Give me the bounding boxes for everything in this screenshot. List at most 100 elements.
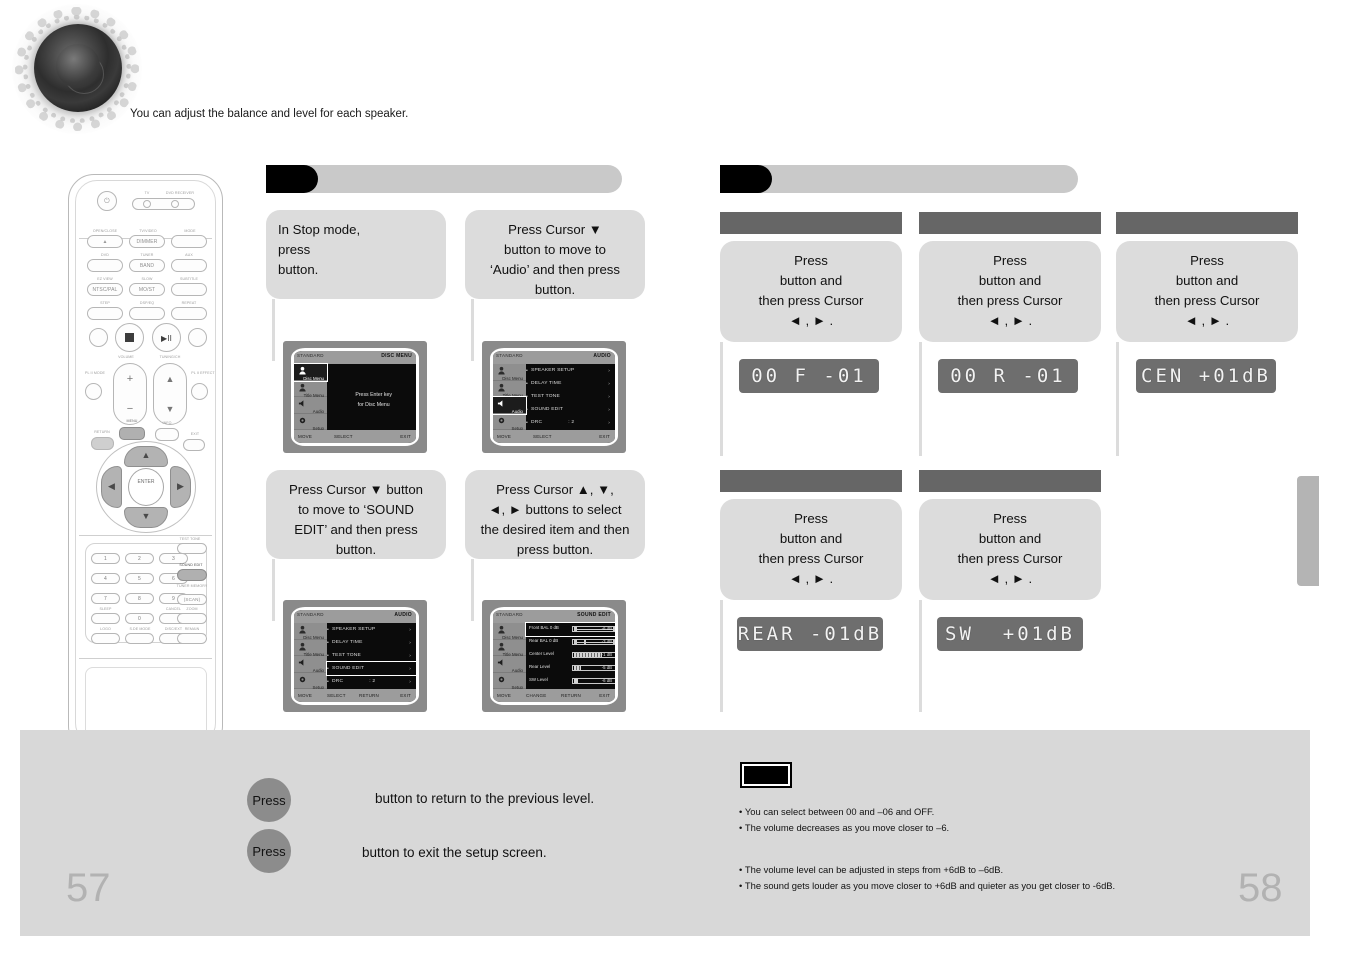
- tv-rail-item-setup-3[interactable]: Setup: [294, 673, 327, 690]
- subtitle-button[interactable]: [171, 283, 207, 296]
- tv-menu-item-3c[interactable]: • TEST TONE ›: [327, 649, 416, 662]
- tv-menu-value-2e: : 2: [568, 419, 575, 425]
- lcd-display-5: SW +01dB: [937, 617, 1083, 651]
- enter-button[interactable]: ENTER: [128, 468, 164, 506]
- tv-menu-item-2e[interactable]: • DRC: 2 ›: [526, 416, 615, 429]
- tv-rail-item-setup-4[interactable]: Setup: [493, 673, 526, 690]
- aux-button[interactable]: [171, 259, 207, 272]
- tv-menu-item-3a[interactable]: • SPEAKER SETUP ›: [327, 623, 416, 636]
- person-icon: [299, 625, 306, 634]
- tv-footer-exit-4: EXIT: [599, 692, 610, 698]
- mode-button[interactable]: [171, 235, 207, 248]
- sde-mode-button[interactable]: [125, 633, 154, 644]
- tv-rail-item-setup-1[interactable]: Setup: [294, 414, 327, 431]
- sound-edit-row-rear-bal[interactable]: Rear BAL 0 dB -3 dB: [526, 636, 615, 649]
- sound-edit-button[interactable]: [177, 569, 207, 581]
- tv-menu-label-2d: SOUND EDIT: [531, 406, 564, 412]
- remote-divider-3: [79, 658, 212, 659]
- tv-footer-select-2: SELECT: [533, 433, 552, 439]
- tv-rail-item-audio-3[interactable]: Audio: [294, 656, 327, 673]
- card-bubble-1: Press button and then press Cursor ◄ , ►…: [720, 241, 902, 342]
- pl2-mode-button[interactable]: [85, 383, 102, 400]
- tv-menu-item-3e[interactable]: • DRC: 2 ›: [327, 675, 416, 688]
- step-bubble-2-text: Press Cursor ▼ button to move to ‘Audio’…: [489, 222, 620, 297]
- tv-topbar-1: STANDARD DISC MENU: [294, 351, 416, 364]
- zoom-label: ZOOM: [186, 607, 198, 611]
- tv-rail-item-setup-2[interactable]: Setup: [493, 414, 526, 431]
- repeat-label: REPEAT: [181, 301, 197, 305]
- exit-press-pill[interactable]: Press: [247, 829, 291, 873]
- lcd-display-3: CEN +01dB: [1136, 359, 1276, 393]
- tv-footer-return-3: RETURN: [359, 692, 379, 698]
- slow-label: SLOW: [141, 277, 153, 281]
- tuner-memory-label: TUNER MEMORY: [176, 584, 208, 588]
- tv-rail-item-audio-4[interactable]: Audio: [493, 656, 526, 673]
- note-line-4: • The sound gets louder as you move clos…: [739, 880, 1116, 891]
- return-press-pill[interactable]: Press: [247, 778, 291, 822]
- dsp-eq-button[interactable]: [129, 307, 165, 320]
- card-bubble-3-text: Press button and then press Cursor ◄ , ►…: [1154, 253, 1260, 328]
- tv-menu-label-3b: DELAY TIME: [332, 639, 363, 645]
- device-selector[interactable]: [132, 198, 195, 210]
- numeric-key-3-label: 3: [172, 556, 175, 562]
- step-button[interactable]: [87, 307, 123, 320]
- zoom-button[interactable]: [177, 613, 207, 624]
- dvd-button[interactable]: [87, 259, 123, 272]
- tv-menu-item-2a[interactable]: • SPEAKER SETUP ›: [526, 364, 615, 377]
- tv-rail-item-title-menu-4[interactable]: Title Menu: [493, 640, 526, 657]
- tv-rail-item-title-menu-2[interactable]: Title Menu: [493, 381, 526, 398]
- tv-rail-item-disc-menu-1[interactable]: Disc Menu: [294, 363, 328, 382]
- card-connector-5: [919, 600, 922, 712]
- bullet-icon: •: [526, 420, 528, 426]
- tv-mark-2: STANDARD: [496, 353, 523, 358]
- tv-rail-item-disc-menu-4[interactable]: Disc Menu: [493, 623, 526, 640]
- numeric-key-5-label: 5: [138, 576, 141, 582]
- prev-track-icon[interactable]: [89, 328, 108, 347]
- remain-button[interactable]: [177, 633, 207, 644]
- sound-edit-row-sw-level[interactable]: SW Level -6 dB: [526, 675, 615, 688]
- sound-edit-row-front-bal[interactable]: Front BAL 0 dB -6 dB: [525, 622, 615, 637]
- right-column-title-marker: [720, 165, 772, 193]
- tv-menu-item-3d[interactable]: • SOUND EDIT ›: [326, 661, 416, 676]
- cursor-dpad[interactable]: ▲ ▼ ◀ ▶ ENTER: [96, 441, 196, 533]
- info-button[interactable]: [155, 428, 179, 441]
- tv-rail-item-disc-menu-3[interactable]: Disc Menu: [294, 623, 327, 640]
- page-intro-text: You can adjust the balance and level for…: [130, 108, 409, 120]
- pl2-effect-button[interactable]: [191, 383, 208, 400]
- tv-menu-item-3b[interactable]: • DELAY TIME ›: [327, 636, 416, 649]
- tv-menu-item-2c[interactable]: • TEST TONE ›: [526, 390, 615, 403]
- sound-edit-value-rear-bal: -3 dB: [601, 638, 612, 644]
- tv-rail-item-title-menu-1[interactable]: Title Menu: [294, 381, 327, 398]
- remote-divider-2: [79, 535, 212, 536]
- step-bubble-4-text: Press Cursor ▲, ▼, ◄, ► buttons to selec…: [480, 482, 630, 557]
- remain-label: REMAIN: [184, 627, 200, 631]
- tuning-rocker[interactable]: [153, 363, 187, 425]
- tv-footer-select-1: SELECT: [334, 433, 353, 439]
- repeat-button[interactable]: [171, 307, 207, 320]
- menu-button[interactable]: [119, 427, 145, 440]
- tv-rail-item-audio-2[interactable]: Audio: [493, 396, 527, 415]
- tv-content-3: • SPEAKER SETUP › • DELAY TIME › • TEST TONE ›…: [326, 623, 416, 689]
- chevron-right-icon: ›: [409, 679, 411, 684]
- bullet-icon: •: [327, 653, 329, 659]
- sound-edit-label-front-bal: Front BAL 0 dB: [529, 625, 559, 630]
- tv-rail-item-disc-menu-2[interactable]: Disc Menu: [493, 364, 526, 381]
- sound-edit-row-rear-level[interactable]: Rear Level -5 dB: [526, 662, 615, 675]
- cursor-left-icon: ◀: [107, 481, 116, 491]
- chevron-right-icon: ›: [409, 666, 411, 671]
- tv-rail-item-audio-1[interactable]: Audio: [294, 397, 327, 414]
- tv-menu-item-2b[interactable]: • DELAY TIME ›: [526, 377, 615, 390]
- logo-button[interactable]: [91, 633, 120, 644]
- sleep-button[interactable]: [91, 613, 120, 624]
- tv-screen-surface-3: STANDARD AUDIO Disc Menu Title Menu Audi…: [294, 610, 416, 702]
- tv-menu-item-2d[interactable]: • SOUND EDIT ›: [526, 403, 615, 416]
- tv-rail-item-title-menu-3[interactable]: Title Menu: [294, 640, 327, 657]
- scan-label: (SCAN): [183, 597, 201, 602]
- info-label: INFO: [162, 421, 172, 425]
- return-label: RETURN: [94, 430, 110, 434]
- next-track-icon[interactable]: [188, 328, 207, 347]
- tv-screen-surface-1: STANDARD DISC MENU Disc Menu Title Menu …: [294, 351, 416, 443]
- test-tone-button[interactable]: [177, 543, 207, 554]
- sound-edit-row-center-level[interactable]: Center Level +1 dB: [526, 649, 615, 662]
- lcd-text-3: CEN +01dB: [1141, 365, 1271, 387]
